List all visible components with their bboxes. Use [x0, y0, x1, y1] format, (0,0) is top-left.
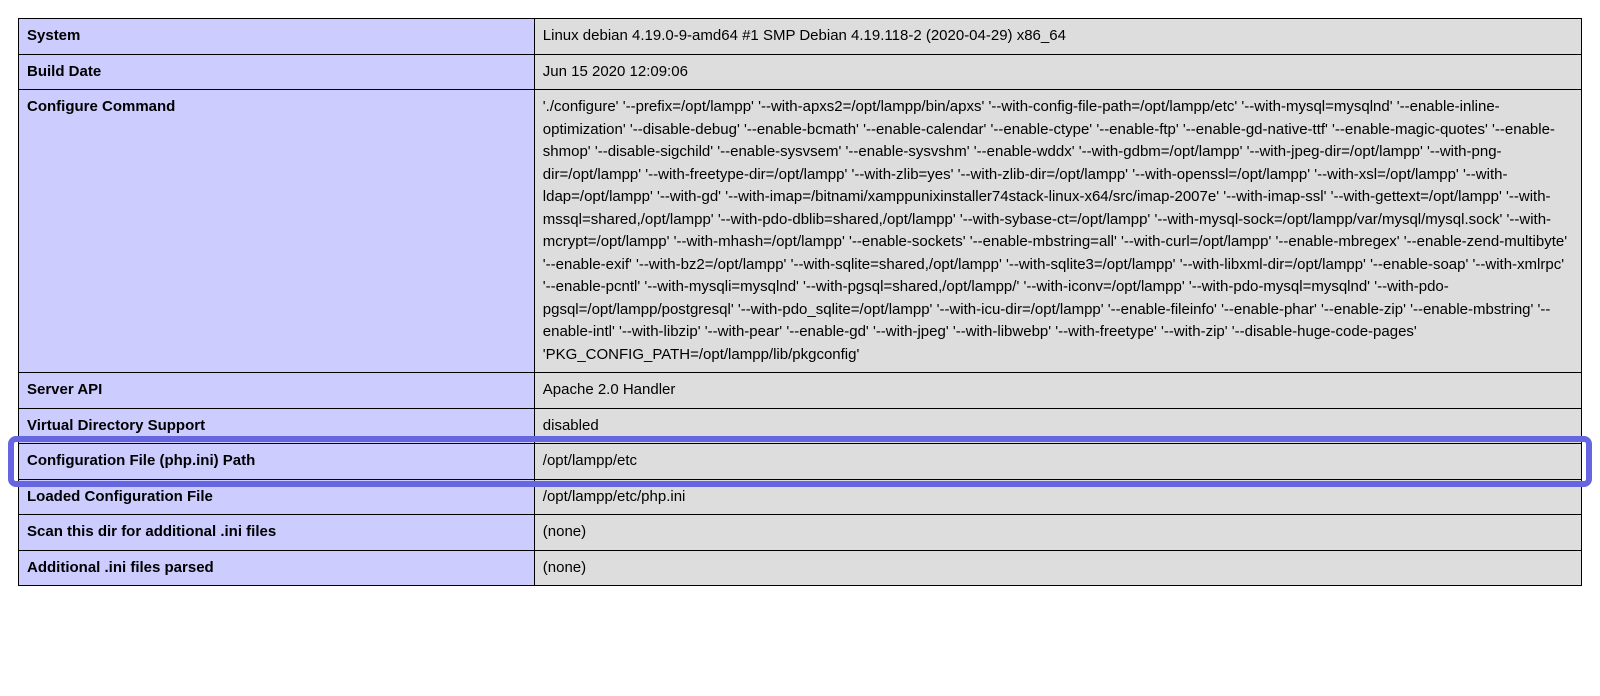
config-key: Configure Command [19, 90, 535, 373]
config-key: Scan this dir for additional .ini files [19, 515, 535, 551]
table-row: Server APIApache 2.0 Handler [19, 373, 1582, 409]
config-key: Additional .ini files parsed [19, 550, 535, 586]
phpinfo-wrapper: SystemLinux debian 4.19.0-9-amd64 #1 SMP… [18, 18, 1582, 586]
config-value: Jun 15 2020 12:09:06 [534, 54, 1581, 90]
table-row: Build DateJun 15 2020 12:09:06 [19, 54, 1582, 90]
config-key: Virtual Directory Support [19, 408, 535, 444]
table-row: Configure Command'./configure' '--prefix… [19, 90, 1582, 373]
config-value: Apache 2.0 Handler [534, 373, 1581, 409]
config-key: System [19, 19, 535, 55]
table-row: SystemLinux debian 4.19.0-9-amd64 #1 SMP… [19, 19, 1582, 55]
config-value: Linux debian 4.19.0-9-amd64 #1 SMP Debia… [534, 19, 1581, 55]
table-row: Scan this dir for additional .ini files(… [19, 515, 1582, 551]
phpinfo-table: SystemLinux debian 4.19.0-9-amd64 #1 SMP… [18, 18, 1582, 586]
config-key: Build Date [19, 54, 535, 90]
config-value: disabled [534, 408, 1581, 444]
config-value: /opt/lampp/etc/php.ini [534, 479, 1581, 515]
table-row: Configuration File (php.ini) Path/opt/la… [19, 444, 1582, 480]
config-key: Loaded Configuration File [19, 479, 535, 515]
table-row: Virtual Directory Supportdisabled [19, 408, 1582, 444]
config-value: './configure' '--prefix=/opt/lampp' '--w… [534, 90, 1581, 373]
config-value: (none) [534, 515, 1581, 551]
config-key: Configuration File (php.ini) Path [19, 444, 535, 480]
config-value: /opt/lampp/etc [534, 444, 1581, 480]
config-value: (none) [534, 550, 1581, 586]
table-row: Additional .ini files parsed(none) [19, 550, 1582, 586]
config-key: Server API [19, 373, 535, 409]
table-row: Loaded Configuration File/opt/lampp/etc/… [19, 479, 1582, 515]
